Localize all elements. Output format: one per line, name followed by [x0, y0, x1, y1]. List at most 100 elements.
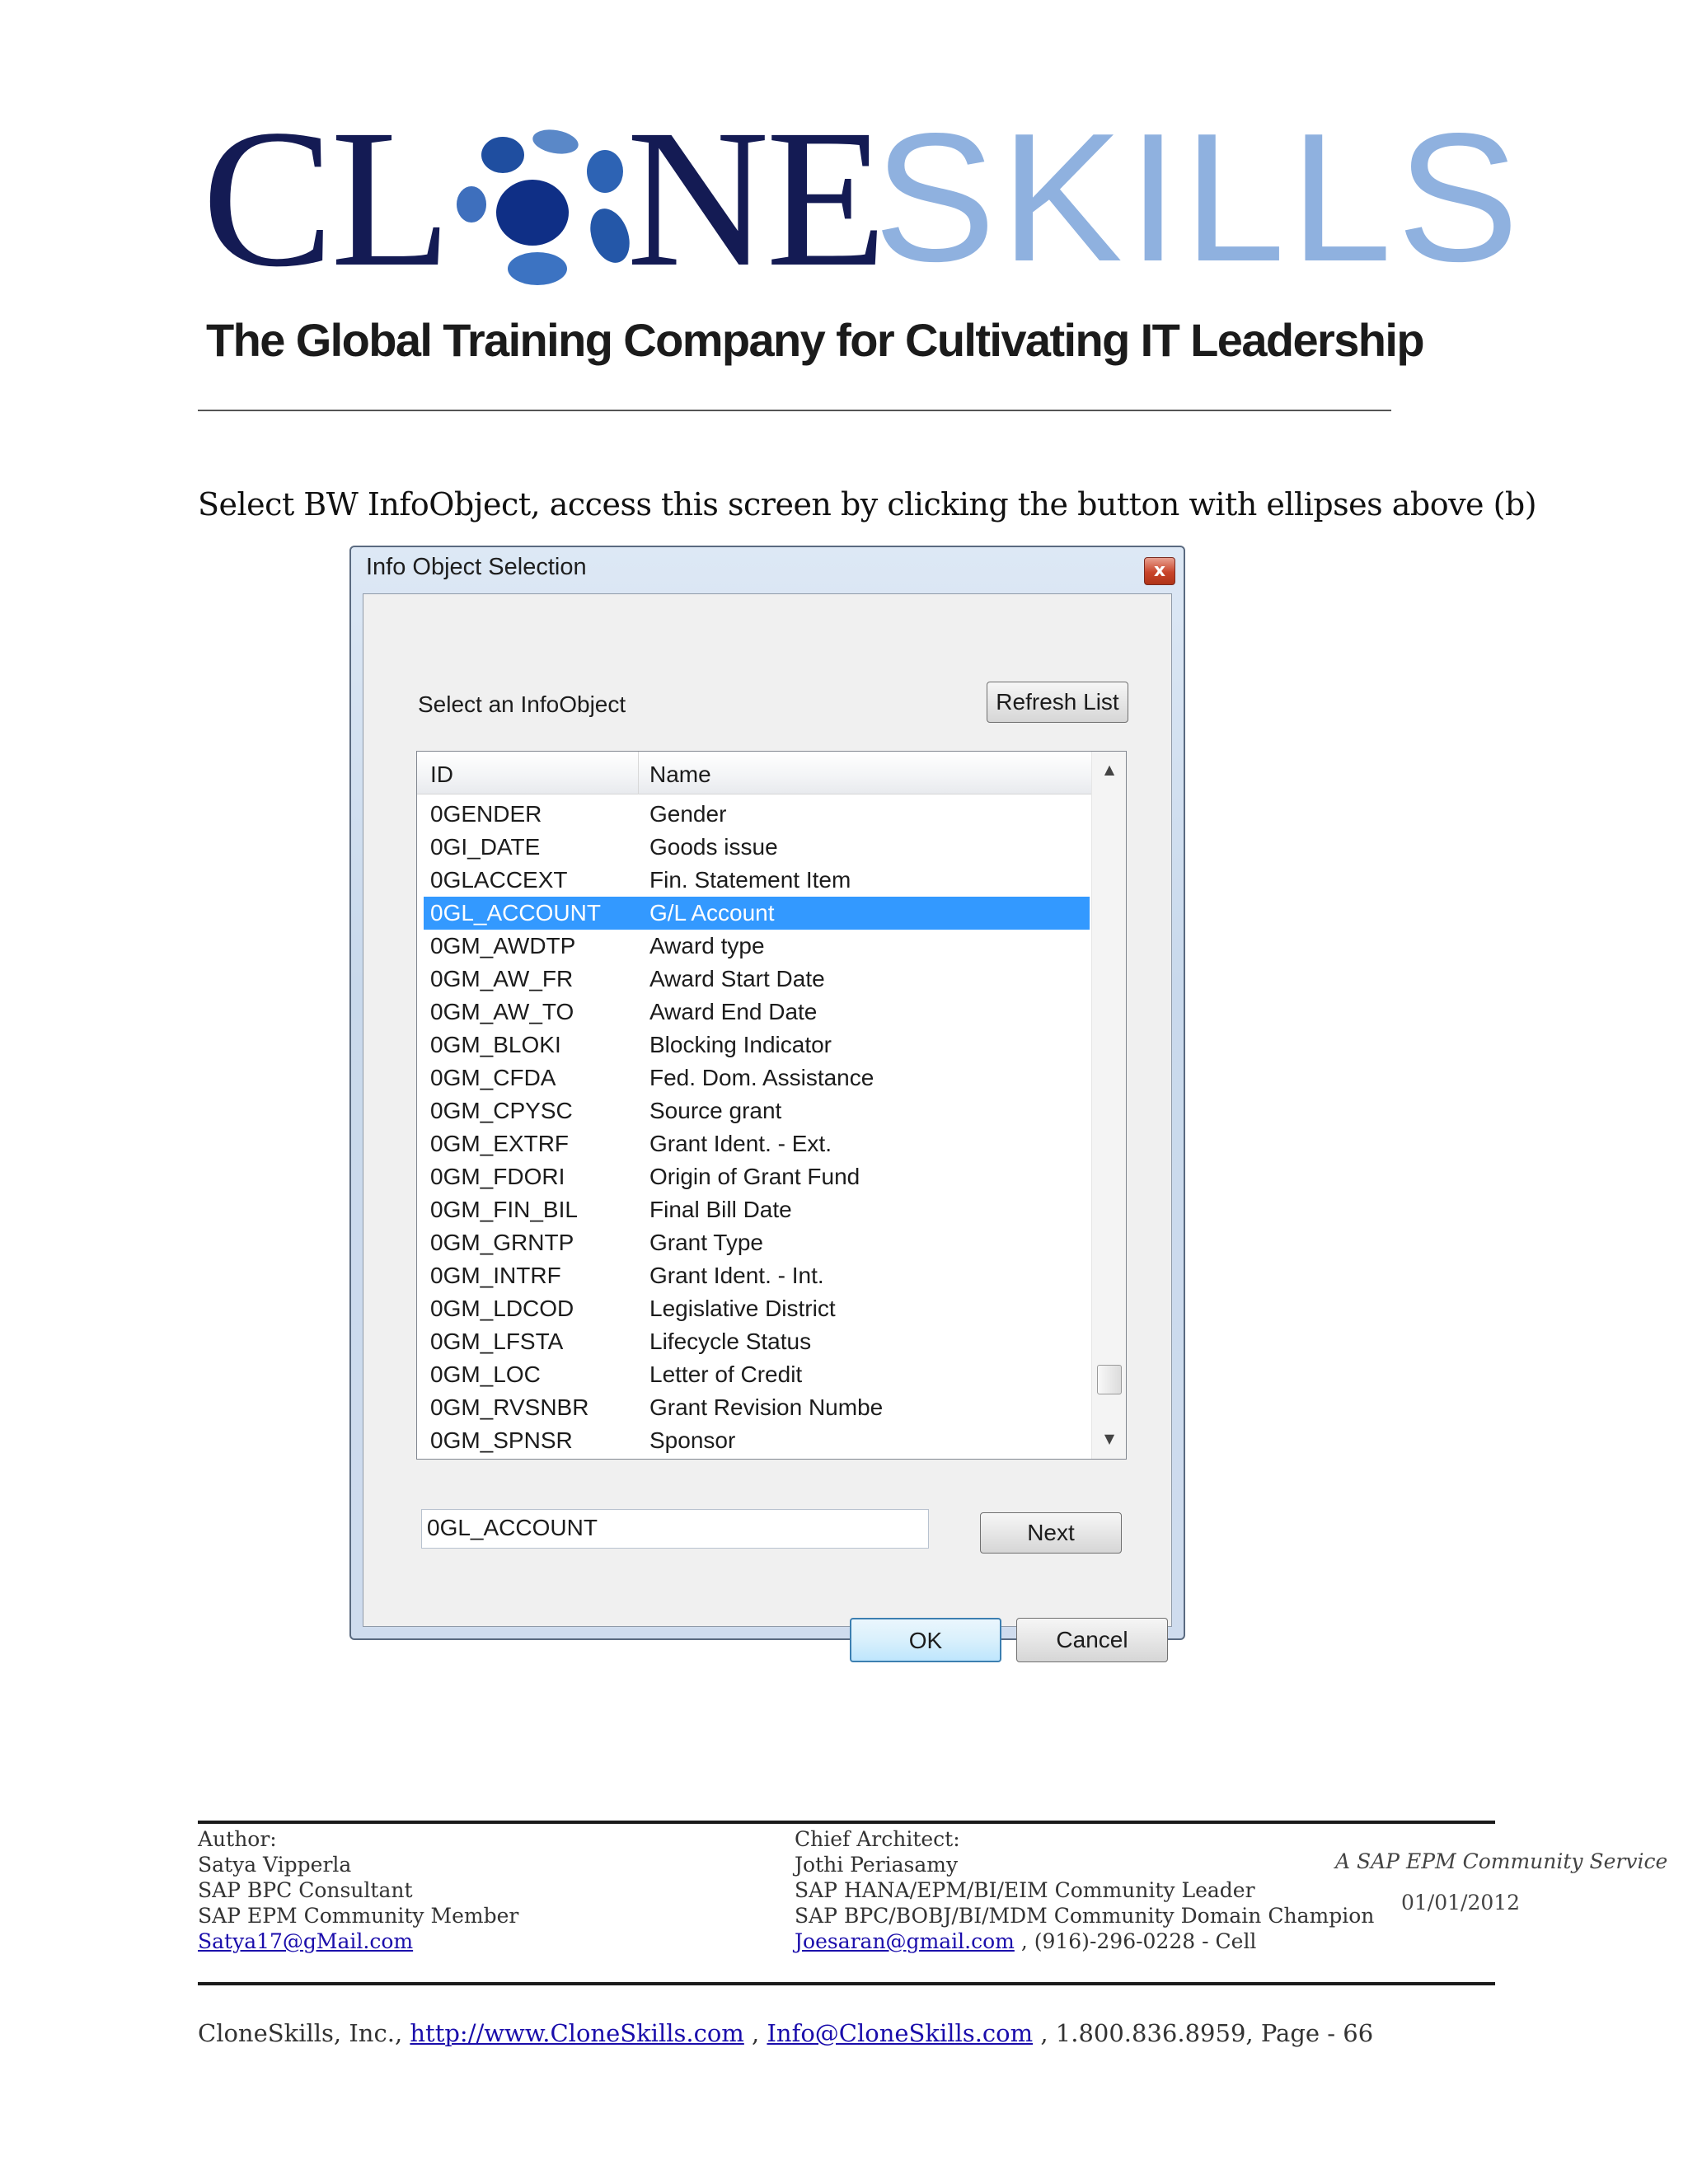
cloneskills-logo: CL NE SKILLS [202, 88, 1519, 307]
logo-skills: SKILLS [874, 96, 1524, 300]
info-email-link[interactable]: Info@CloneSkills.com [767, 2019, 1033, 2047]
list-item-name: Fed. Dom. Assistance [649, 1065, 874, 1090]
scrollbar-thumb[interactable] [1097, 1365, 1122, 1394]
list-item-name: Grant Ident. - Int. [649, 1263, 824, 1288]
list-item-id: 0GM_CPYSC [430, 1098, 573, 1123]
column-header-id[interactable]: ID [430, 762, 453, 788]
list-item-id: 0GM_GRNTP [430, 1230, 574, 1255]
dialog-title: Info Object Selection [366, 554, 587, 580]
column-separator[interactable] [638, 752, 639, 794]
list-item[interactable]: 0GM_LOC Letter of Credit [424, 1358, 1090, 1391]
header-divider [198, 410, 1391, 411]
list-item[interactable]: 0GM_BLOKI Blocking Indicator [424, 1029, 1090, 1062]
list-item[interactable]: 0GM_CPYSC Source grant [424, 1094, 1090, 1127]
list-item-name: Grant Type [649, 1230, 764, 1255]
logo-cl: CL [202, 88, 452, 307]
next-button[interactable]: Next [980, 1512, 1122, 1554]
author-name: Satya Vipperla [198, 1853, 352, 1877]
list-item-name: Origin of Grant Fund [649, 1164, 860, 1189]
list-item-name: Grant Revision Numbe [649, 1394, 884, 1420]
info-object-selection-dialog: Info Object Selection x Select an InfoOb… [349, 546, 1185, 1662]
list-item[interactable]: 0GM_FIN_BIL Final Bill Date [424, 1193, 1090, 1226]
list-item-id: 0GM_RVSNBR [430, 1394, 589, 1420]
list-item-id: 0GM_EXTRF [430, 1131, 570, 1156]
architect-role-2: SAP BPC/BOBJ/BI/MDM Community Domain Cha… [795, 1904, 1375, 1928]
list-item-name: Letter of Credit [649, 1361, 803, 1387]
list-item-name: Sponsor [649, 1427, 736, 1453]
list-item-id: 0GM_BLOKI [430, 1032, 561, 1057]
list-item-id: 0GM_LOC [430, 1361, 541, 1387]
list-item-selected[interactable]: 0GL_ACCOUNT G/L Account [424, 897, 1090, 930]
list-item[interactable]: 0GI_DATE Goods issue [424, 831, 1090, 864]
select-infoobject-label: Select an InfoObject [418, 691, 626, 717]
close-icon[interactable]: x [1144, 557, 1175, 585]
list-item-name: G/L Account [649, 900, 775, 926]
list-item-id: 0GENDER [430, 801, 542, 827]
tagline: The Global Training Company for Cultivat… [206, 314, 1425, 366]
list-item[interactable]: 0GM_AW_TO Award End Date [424, 996, 1090, 1029]
refresh-list-button[interactable]: Refresh List [987, 682, 1128, 723]
list-item-id: 0GM_LFSTA [430, 1329, 564, 1354]
scroll-up-icon[interactable]: ▲ [1100, 762, 1118, 780]
author-email-link[interactable]: Satya17@gMail.com [198, 1929, 413, 1953]
list-item-id: 0GM_CFDA [430, 1065, 556, 1090]
list-item-id: 0GLACCEXT [430, 867, 568, 893]
architect-name: Jothi Periasamy [795, 1853, 959, 1877]
list-item-id: 0GI_DATE [430, 834, 541, 860]
author-block: Author: Satya Vipperla SAP BPC Consultan… [198, 1826, 518, 1954]
list-item[interactable]: 0GM_CFDA Fed. Dom. Assistance [424, 1062, 1090, 1094]
architect-heading: Chief Architect: [795, 1827, 960, 1851]
footer-bottom-rule [198, 1982, 1495, 1985]
company-contact-line: CloneSkills, Inc., http://www.CloneSkill… [198, 2019, 1373, 2047]
architect-email-link[interactable]: Joesaran@gmail.com [795, 1929, 1015, 1953]
vertical-scrollbar[interactable]: ▲ ▼ [1091, 752, 1126, 1459]
company-name: CloneSkills, Inc., [198, 2019, 410, 2047]
list-item[interactable]: 0GM_LFSTA Lifecycle Status [424, 1325, 1090, 1358]
list-item[interactable]: 0GLACCEXT Fin. Statement Item [424, 864, 1090, 897]
list-item[interactable]: 0GM_LDCOD Legislative District [424, 1292, 1090, 1325]
figure-caption: Select BW InfoObject, access this screen… [198, 486, 1537, 523]
author-role-1: SAP BPC Consultant [198, 1878, 413, 1902]
dialog-titlebar[interactable]: Info Object Selection x [351, 547, 1184, 593]
list-item[interactable]: 0GM_GRNTP Grant Type [424, 1226, 1090, 1259]
list-item-name: Grant Ident. - Ext. [649, 1131, 832, 1156]
list-header: ID Name [417, 752, 1091, 794]
contact-separator: , [743, 2019, 767, 2047]
author-role-2: SAP EPM Community Member [198, 1904, 519, 1928]
list-item-name: Award Start Date [649, 966, 825, 991]
scroll-down-icon[interactable]: ▼ [1100, 1431, 1118, 1449]
architect-block: Chief Architect: Jothi Periasamy SAP HAN… [795, 1826, 1374, 1954]
infoobject-list[interactable]: ID Name 0GENDER Gender 0GI_DATE Goods issue… [416, 751, 1127, 1460]
infoobject-id-input[interactable]: 0GL_ACCOUNT [421, 1509, 929, 1549]
list-item-name: Source grant [649, 1098, 782, 1123]
list-item-name: Fin. Statement Item [649, 867, 851, 893]
list-item[interactable]: 0GM_INTRF Grant Ident. - Int. [424, 1259, 1090, 1292]
list-item-id: 0GM_AW_FR [430, 966, 574, 991]
list-item[interactable]: 0GM_SPNSR Sponsor [424, 1424, 1090, 1457]
list-item-name: Blocking Indicator [649, 1032, 832, 1057]
list-item[interactable]: 0GM_FDORI Origin of Grant Fund [424, 1160, 1090, 1193]
list-item-id: 0GM_LDCOD [430, 1296, 574, 1321]
architect-role-1: SAP HANA/EPM/BI/EIM Community Leader [795, 1878, 1255, 1902]
column-header-name[interactable]: Name [649, 762, 711, 788]
list-item[interactable]: 0GM_AWDTP Award type [424, 930, 1090, 963]
list-item-id: 0GM_AW_TO [430, 999, 574, 1024]
logo-ne: NE [626, 88, 887, 307]
architect-phone: , (916)-296-0228 - Cell [1014, 1929, 1257, 1953]
list-item[interactable]: 0GENDER Gender [424, 798, 1090, 831]
list-item[interactable]: 0GM_AW_FR Award Start Date [424, 963, 1090, 996]
website-link[interactable]: http://www.CloneSkills.com [410, 2019, 743, 2047]
list-item[interactable]: 0GM_EXTRF Grant Ident. - Ext. [424, 1127, 1090, 1160]
list-item-name: Award End Date [649, 999, 818, 1024]
list-item-name: Goods issue [649, 834, 778, 860]
list-rows: 0GENDER Gender 0GI_DATE Goods issue 0GLACCEX… [424, 798, 1090, 1457]
list-item-id: 0GM_FIN_BIL [430, 1197, 578, 1222]
cancel-button[interactable]: Cancel [1016, 1618, 1168, 1662]
list-item-id: 0GM_AWDTP [430, 933, 576, 958]
list-item[interactable]: 0GM_RVSNBR Grant Revision Numbe [424, 1391, 1090, 1424]
list-item-name: Lifecycle Status [649, 1329, 812, 1354]
list-item-name: Gender [649, 801, 727, 827]
list-item-id: 0GM_INTRF [430, 1263, 561, 1288]
list-item-id: 0GM_SPNSR [430, 1427, 573, 1453]
ok-button[interactable]: OK [850, 1618, 1001, 1662]
